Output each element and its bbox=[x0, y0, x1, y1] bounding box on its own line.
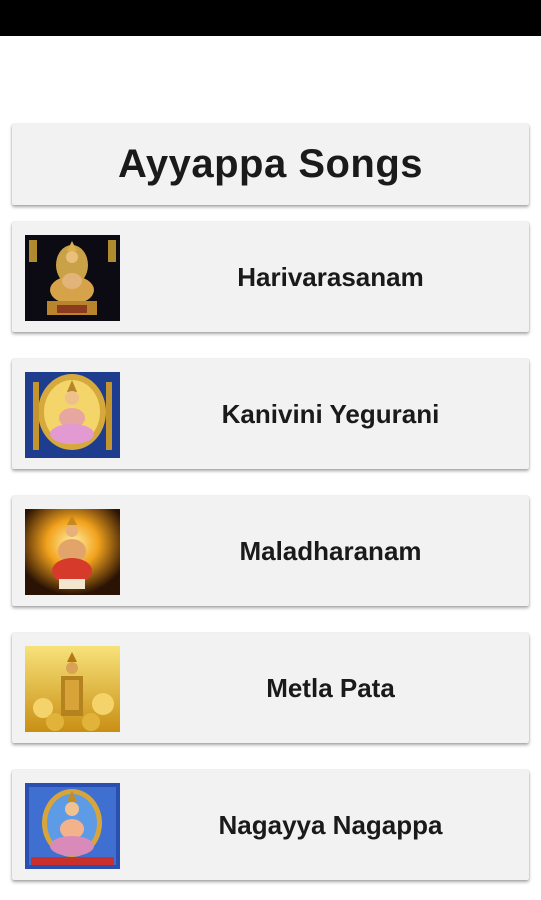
ayyappa-image-icon bbox=[25, 783, 120, 869]
ayyappa-image-icon bbox=[25, 372, 120, 458]
status-bar bbox=[0, 0, 541, 36]
ayyappa-image-icon bbox=[25, 235, 120, 321]
ayyappa-image-icon bbox=[25, 646, 120, 732]
song-list-item-harivarasanam[interactable]: Harivarasanam bbox=[12, 222, 529, 332]
song-title: Metla Pata bbox=[266, 672, 395, 703]
song-title: Harivarasanam bbox=[237, 261, 424, 292]
page-title: Ayyappa Songs bbox=[117, 142, 424, 186]
song-title: Maladharanam bbox=[239, 535, 422, 566]
song-title: Kanivini Yegurani bbox=[221, 398, 440, 429]
song-list-item-metla-pata[interactable]: Metla Pata bbox=[12, 633, 529, 743]
song-list-item-kanivini-yegurani[interactable]: Kanivini Yegurani bbox=[12, 359, 529, 469]
header-card: Ayyappa Songs bbox=[12, 124, 529, 205]
ayyappa-image-icon bbox=[25, 509, 120, 595]
song-list-item-maladharanam[interactable]: Maladharanam bbox=[12, 496, 529, 606]
song-list-item-nagayya-nagappa[interactable]: Nagayya Nagappa bbox=[12, 770, 529, 880]
song-title: Nagayya Nagappa bbox=[218, 809, 443, 840]
